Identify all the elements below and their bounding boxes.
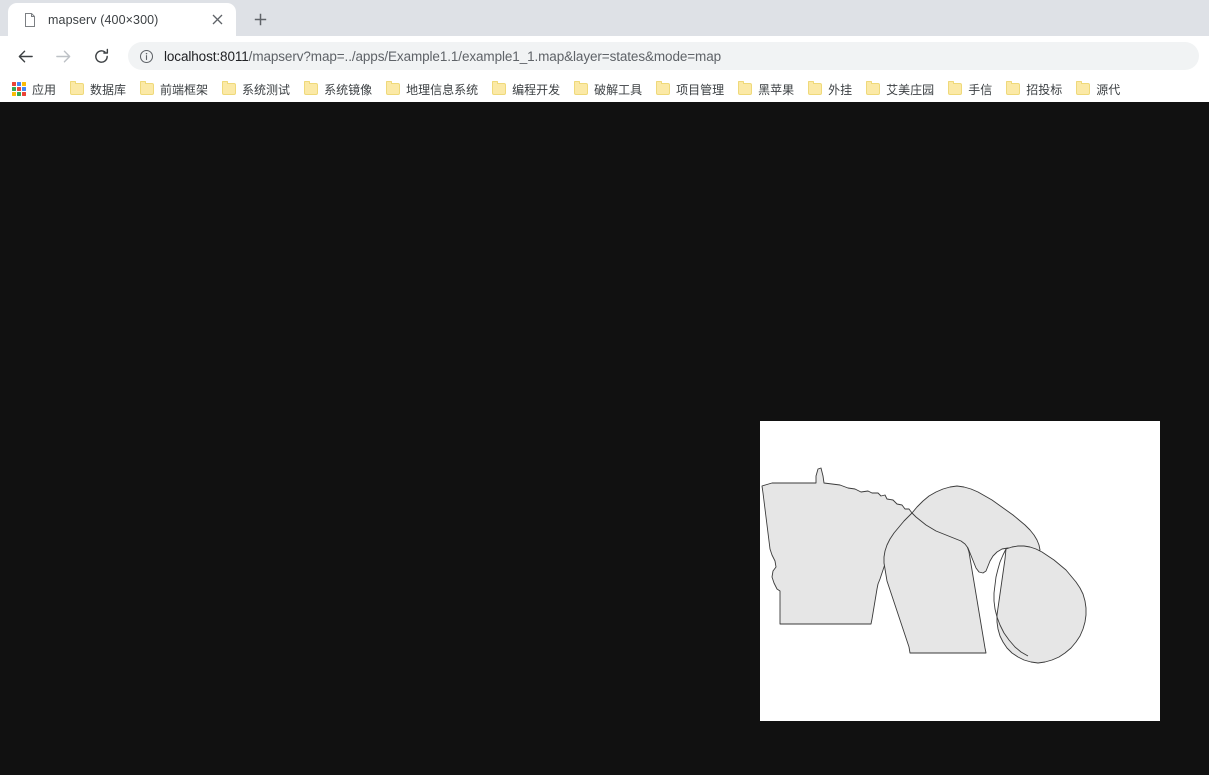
folder-icon <box>656 81 671 95</box>
address-bar[interactable]: localhost:8011/mapserv?map=../apps/Examp… <box>128 42 1199 70</box>
bookmark-label: 系统镜像 <box>324 82 373 97</box>
bookmark-item-3[interactable]: 系统镜像 <box>297 79 379 100</box>
folder-icon <box>948 81 963 95</box>
tab-title: mapserv (400×300) <box>48 12 159 27</box>
bookmark-label: 招投标 <box>1026 82 1063 97</box>
bookmark-label: 破解工具 <box>594 82 643 97</box>
folder-icon <box>70 81 85 95</box>
folder-icon <box>304 81 319 95</box>
bookmark-item-0[interactable]: 数据库 <box>63 79 133 100</box>
back-arrow-icon[interactable] <box>10 41 40 71</box>
folder-icon <box>574 81 589 95</box>
folder-icon <box>738 81 753 95</box>
bookmark-item-8[interactable]: 黑苹果 <box>731 79 801 100</box>
browser-window: mapserv (400×300) localhost:8011/mapserv… <box>0 0 1209 775</box>
folder-icon <box>808 81 823 95</box>
bookmark-item-1[interactable]: 前端框架 <box>133 79 215 100</box>
reload-icon[interactable] <box>86 41 116 71</box>
url-text: localhost:8011/mapserv?map=../apps/Examp… <box>164 49 721 64</box>
new-tab-button[interactable] <box>246 5 274 33</box>
bookmark-item-10[interactable]: 艾美庄园 <box>859 79 941 100</box>
bookmark-label: 编程开发 <box>512 82 561 97</box>
mapserv-map-image[interactable] <box>760 421 1160 721</box>
tab-mapserv[interactable]: mapserv (400×300) <box>8 3 236 36</box>
bookmark-item-5[interactable]: 编程开发 <box>485 79 567 100</box>
bookmark-apps-label: 应用 <box>32 82 57 97</box>
bookmark-label: 系统测试 <box>242 82 291 97</box>
page-icon <box>22 12 38 28</box>
folder-icon <box>866 81 881 95</box>
bookmark-label: 地理信息系统 <box>406 82 479 97</box>
bookmark-label: 手信 <box>968 82 993 97</box>
url-path: /mapserv?map=../apps/Example1.1/example1… <box>248 48 722 64</box>
bookmark-label: 项目管理 <box>676 82 725 97</box>
bookmark-item-6[interactable]: 破解工具 <box>567 79 649 100</box>
bookmarks-bar: 应用 数据库 前端框架 系统测试 系统镜像 地理信息系统 编程开发 破解工具 项… <box>0 76 1209 102</box>
bookmark-item-12[interactable]: 招投标 <box>999 79 1069 100</box>
apps-grid-icon <box>12 82 26 96</box>
page-viewport <box>0 102 1209 775</box>
browser-toolbar: localhost:8011/mapserv?map=../apps/Examp… <box>0 36 1209 76</box>
forward-arrow-icon[interactable] <box>48 41 78 71</box>
folder-icon <box>492 81 507 95</box>
close-icon[interactable] <box>208 11 226 29</box>
url-host: localhost:8011 <box>164 48 249 64</box>
bookmark-item-4[interactable]: 地理信息系统 <box>379 79 485 100</box>
bookmark-label: 外挂 <box>828 82 853 97</box>
bookmark-label: 艾美庄园 <box>886 82 935 97</box>
bookmark-label: 黑苹果 <box>758 82 795 97</box>
folder-icon <box>222 81 237 95</box>
bookmark-label: 数据库 <box>90 82 127 97</box>
bookmark-label: 前端框架 <box>160 82 209 97</box>
folder-icon <box>1006 81 1021 95</box>
bookmark-label: 源代 <box>1096 82 1121 97</box>
folder-icon <box>140 81 155 95</box>
info-circle-icon[interactable] <box>138 48 154 64</box>
bookmark-item-9[interactable]: 外挂 <box>801 79 859 100</box>
folder-icon <box>1076 81 1091 95</box>
states-map-svg <box>760 421 1160 721</box>
bookmark-item-13[interactable]: 源代 <box>1069 79 1127 100</box>
bookmark-item-2[interactable]: 系统测试 <box>215 79 297 100</box>
tab-strip: mapserv (400×300) <box>0 0 1209 36</box>
folder-icon <box>386 81 401 95</box>
bookmark-item-11[interactable]: 手信 <box>941 79 999 100</box>
bookmark-item-7[interactable]: 项目管理 <box>649 79 731 100</box>
bookmark-apps[interactable]: 应用 <box>8 79 63 100</box>
